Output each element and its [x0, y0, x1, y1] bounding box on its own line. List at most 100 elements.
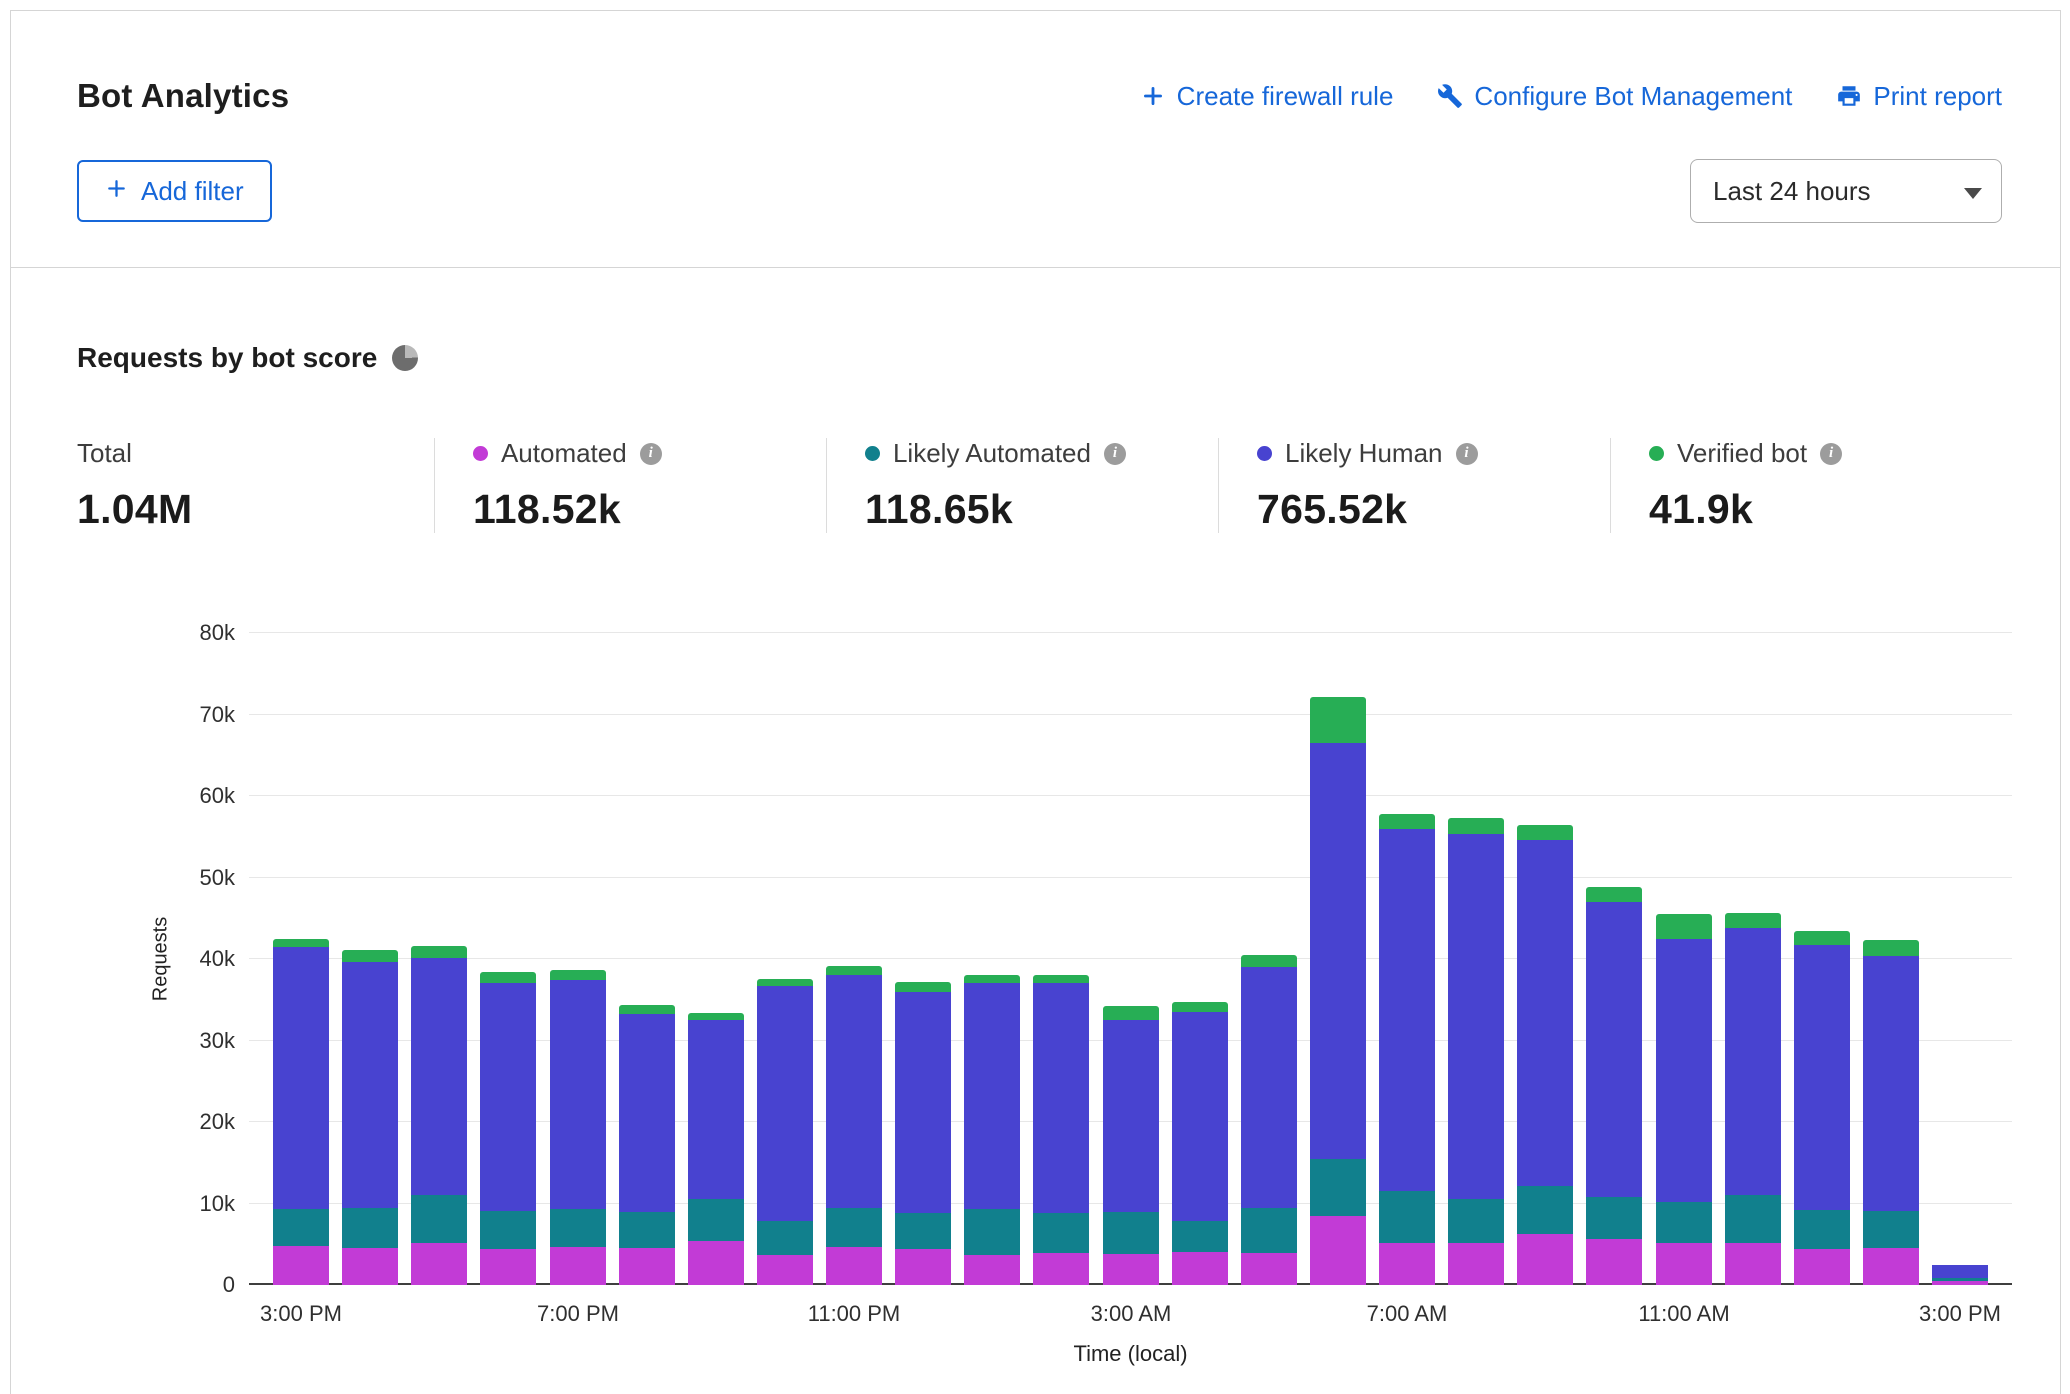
bar-segment-likely_automated — [1794, 1210, 1850, 1249]
bar-segment-likely_automated — [619, 1212, 675, 1248]
bar-segment-likely_human — [480, 983, 536, 1211]
time-range-value: Last 24 hours — [1713, 176, 1871, 207]
stacked-bar[interactable] — [1103, 1006, 1159, 1285]
chevron-down-icon — [1963, 176, 1983, 207]
stacked-bar[interactable] — [895, 982, 951, 1285]
configure-bot-management-link[interactable]: Configure Bot Management — [1437, 81, 1792, 112]
create-firewall-rule-link[interactable]: Create firewall rule — [1140, 81, 1394, 112]
stat-likely-automated-label: Likely Automated — [893, 438, 1091, 469]
bar-segment-likely_automated — [1517, 1186, 1573, 1235]
stat-likely-human-label: Likely Human — [1285, 438, 1443, 469]
bar-segment-likely_automated — [1656, 1202, 1712, 1243]
bar-segment-likely_human — [895, 992, 951, 1214]
stacked-bar[interactable] — [1310, 697, 1366, 1285]
bar-segment-verified_bot — [895, 982, 951, 992]
stacked-bar[interactable] — [1863, 940, 1919, 1285]
stat-likely-human: Likely Human i 765.52k — [1218, 438, 1610, 533]
stacked-bar[interactable] — [1517, 825, 1573, 1285]
bar-segment-likely_automated — [480, 1211, 536, 1249]
bar-segment-likely_human — [1863, 956, 1919, 1211]
bar-segment-verified_bot — [1379, 814, 1435, 829]
bar-segment-verified_bot — [273, 939, 329, 947]
x-axis-label: Time (local) — [249, 1341, 2012, 1367]
print-report-link[interactable]: Print report — [1836, 81, 2002, 112]
bar-segment-automated — [1310, 1216, 1366, 1285]
bar-segment-verified_bot — [1586, 887, 1642, 902]
add-filter-button[interactable]: Add filter — [77, 160, 272, 222]
stacked-bar[interactable] — [273, 939, 329, 1285]
stacked-bar[interactable] — [1172, 1002, 1228, 1285]
bar-segment-likely_human — [342, 962, 398, 1207]
bar-segment-likely_automated — [964, 1209, 1020, 1255]
stat-likely-human-value: 765.52k — [1257, 486, 1610, 533]
stacked-bar[interactable] — [1932, 1265, 1988, 1285]
bar-segment-likely_automated — [895, 1213, 951, 1249]
stacked-bar[interactable] — [550, 970, 606, 1285]
stat-total-value: 1.04M — [77, 486, 434, 533]
info-icon[interactable]: i — [1820, 443, 1842, 465]
bar-segment-likely_human — [1241, 967, 1297, 1207]
bar-segment-verified_bot — [550, 970, 606, 980]
stacked-bar[interactable] — [1033, 975, 1089, 1285]
stacked-bar[interactable] — [1794, 931, 1850, 1286]
stat-verified-bot: Verified bot i 41.9k — [1610, 438, 2002, 533]
bar-segment-verified_bot — [619, 1005, 675, 1013]
bar-segment-likely_automated — [342, 1208, 398, 1248]
stacked-bar[interactable] — [1725, 913, 1781, 1285]
bar-segment-automated — [1794, 1249, 1850, 1285]
stacked-bar[interactable] — [1448, 818, 1504, 1285]
bar-segment-likely_human — [964, 983, 1020, 1209]
bar-segment-automated — [1656, 1243, 1712, 1285]
stacked-bar[interactable] — [1241, 955, 1297, 1285]
stacked-bar[interactable] — [411, 946, 467, 1285]
info-icon[interactable]: i — [1456, 443, 1478, 465]
stacked-bar[interactable] — [342, 950, 398, 1285]
bar-segment-verified_bot — [1863, 940, 1919, 955]
y-tick-label: 70k — [200, 702, 235, 728]
bar-segment-automated — [1379, 1243, 1435, 1285]
stacked-bar[interactable] — [480, 972, 536, 1285]
bar-segment-automated — [826, 1247, 882, 1285]
bar-segment-automated — [1517, 1234, 1573, 1285]
stacked-bar[interactable] — [688, 1013, 744, 1285]
stat-automated: Automated i 118.52k — [434, 438, 826, 533]
section-title: Requests by bot score — [77, 342, 377, 374]
bar-segment-verified_bot — [342, 950, 398, 962]
stacked-bar[interactable] — [1379, 814, 1435, 1285]
bar-segment-likely_automated — [1103, 1212, 1159, 1254]
bar-segment-likely_automated — [550, 1209, 606, 1246]
stacked-bar[interactable] — [826, 966, 882, 1285]
bar-segment-likely_human — [1725, 928, 1781, 1195]
bar-segment-automated — [1725, 1243, 1781, 1285]
bar-segment-verified_bot — [411, 946, 467, 958]
time-range-select[interactable]: Last 24 hours — [1690, 159, 2002, 223]
stacked-bar[interactable] — [1656, 914, 1712, 1285]
y-tick-label: 40k — [200, 946, 235, 972]
bar-segment-verified_bot — [826, 966, 882, 974]
requests-by-bot-score-section: Requests by bot score Total 1.04M Automa… — [11, 268, 2060, 1285]
stacked-bar[interactable] — [964, 975, 1020, 1285]
bar-segment-likely_automated — [1379, 1191, 1435, 1242]
bar-segment-automated — [1103, 1254, 1159, 1285]
bar-segment-likely_human — [1517, 840, 1573, 1186]
stacked-bar[interactable] — [757, 979, 813, 1285]
bar-segment-automated — [342, 1248, 398, 1285]
y-axis-label: Requests — [150, 917, 173, 1002]
bar-segment-automated — [480, 1249, 536, 1285]
info-icon[interactable]: i — [640, 443, 662, 465]
y-tick-label: 0 — [223, 1272, 235, 1298]
bar-segment-automated — [411, 1243, 467, 1285]
stacked-bar[interactable] — [1586, 887, 1642, 1285]
bar-segment-verified_bot — [1103, 1006, 1159, 1020]
bar-segment-automated — [550, 1247, 606, 1285]
bar-segment-likely_human — [1932, 1265, 1988, 1277]
verified-bot-legend-dot — [1649, 446, 1664, 461]
stacked-bar[interactable] — [619, 1005, 675, 1285]
bar-segment-likely_automated — [1448, 1199, 1504, 1243]
bar-segment-automated — [757, 1255, 813, 1285]
info-icon[interactable]: i — [1104, 443, 1126, 465]
x-tick-label: 3:00 AM — [1091, 1301, 1172, 1327]
pie-chart-icon — [392, 345, 418, 371]
bar-segment-likely_automated — [1586, 1197, 1642, 1239]
plus-icon — [105, 176, 128, 207]
